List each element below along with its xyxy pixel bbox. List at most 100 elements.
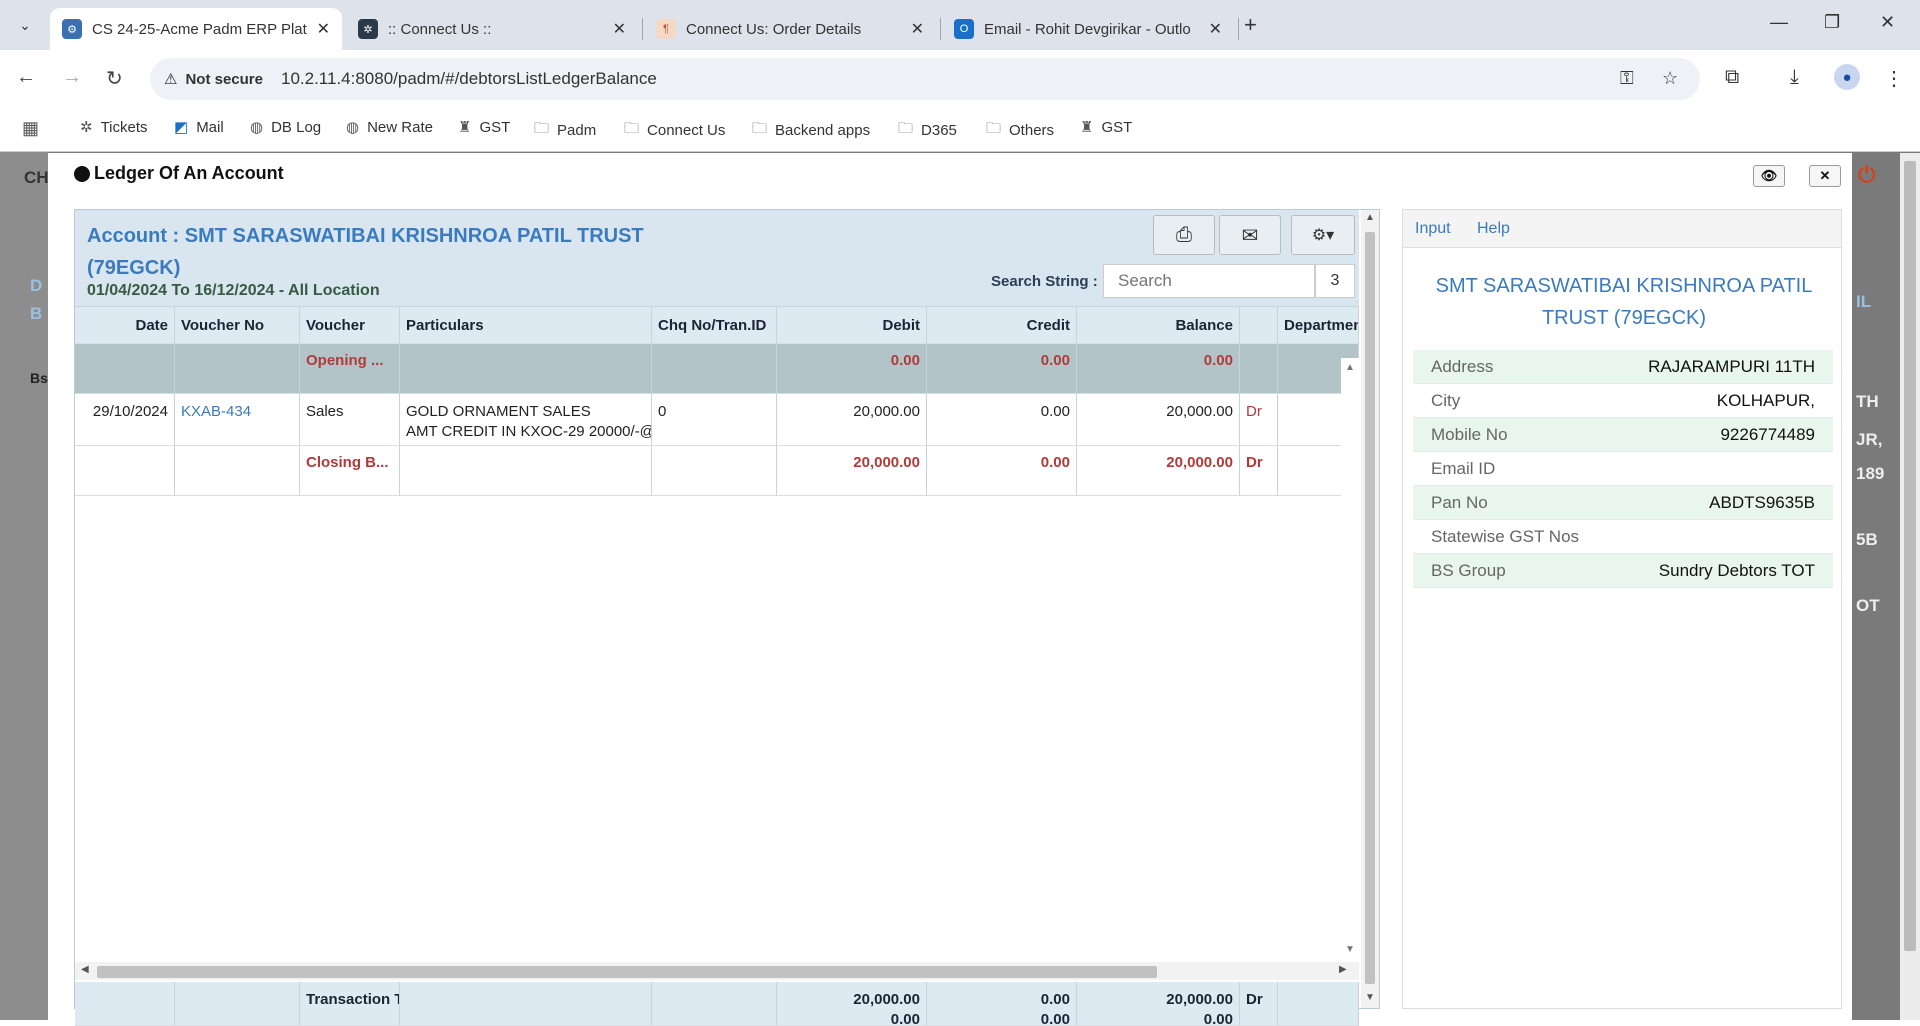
- page-scrollbar[interactable]: [1900, 153, 1920, 1020]
- bookmark-others[interactable]: 🗀 Others: [986, 118, 1054, 143]
- close-tab-icon[interactable]: ✕: [1209, 19, 1222, 39]
- restore-icon[interactable]: ❐: [1824, 12, 1840, 33]
- back-arrow-icon[interactable]: ←: [16, 66, 36, 89]
- bookmark-mail[interactable]: ◩ Mail: [174, 118, 224, 137]
- backdrop-text: B: [30, 304, 43, 323]
- tab-help[interactable]: Help: [1477, 220, 1510, 238]
- col-chq-no[interactable]: Chq No/Tran.ID: [652, 306, 777, 344]
- apps-grid-icon[interactable]: ▦: [22, 118, 47, 139]
- scroll-right-icon[interactable]: ▶: [1339, 964, 1347, 975]
- list-item: Pan No ABDTS9635B: [1413, 486, 1833, 520]
- opening-balance: 0.00: [1077, 344, 1240, 394]
- tab-order-details[interactable]: ¶ Connect Us: Order Details ✕: [644, 8, 936, 50]
- opening-credit: 0.00: [927, 344, 1077, 394]
- bookmark-d365[interactable]: 🗀 D365: [898, 118, 957, 143]
- close-modal-button[interactable]: ✕: [1809, 165, 1841, 187]
- globe-icon: ◍: [346, 119, 360, 136]
- horizontal-scroll-thumb[interactable]: [97, 966, 1157, 978]
- profile-avatar-icon[interactable]: ●: [1834, 64, 1860, 90]
- tab-acme-erp[interactable]: ⚙ CS 24-25-Acme Padm ERP Platf ✕: [50, 8, 342, 50]
- bookmark-gst[interactable]: ♜ GST: [458, 118, 510, 137]
- table-vertical-scrollbar[interactable]: ▲ ▼: [1341, 358, 1359, 962]
- closing-balance: 20,000.00: [1077, 446, 1240, 496]
- bookmark-new-rate[interactable]: ◍ New Rate: [346, 118, 433, 137]
- account-details: Address RAJARAMPURI 11TH City KOLHAPUR, Mo…: [1413, 350, 1833, 588]
- particulars-cell: GOLD ORNAMENT SALES AMT CREDIT IN KXOC-2…: [400, 394, 652, 446]
- forward-arrow-icon[interactable]: →: [62, 66, 82, 89]
- col-drcr[interactable]: [1240, 306, 1278, 344]
- scroll-up-icon[interactable]: ▲: [1365, 212, 1375, 223]
- voucher-no-link[interactable]: KXAB-434: [175, 394, 300, 446]
- bookmark-padm[interactable]: 🗀 Padm: [534, 118, 596, 143]
- col-balance[interactable]: Balance: [1077, 306, 1240, 344]
- account-name: SMT SARASWATIBAI KRISHNROA PATIL TRUST (…: [1435, 275, 1813, 329]
- tab-divider: [642, 18, 643, 40]
- close-tab-icon[interactable]: ✕: [613, 19, 626, 39]
- col-voucher-no[interactable]: Voucher No: [175, 306, 300, 344]
- list-item: Mobile No 9226774489: [1413, 418, 1833, 452]
- download-icon[interactable]: ⤓: [1790, 66, 1799, 89]
- bookmark-backend-apps[interactable]: 🗀 Backend apps: [752, 118, 870, 143]
- list-item: Address RAJARAMPURI 11TH: [1413, 350, 1833, 384]
- scroll-down-icon[interactable]: ▼: [1345, 944, 1355, 955]
- backdrop-text: OT: [1856, 596, 1880, 615]
- minimize-icon[interactable]: —: [1770, 12, 1788, 33]
- total-debit: 20,000.00 0.00: [777, 982, 927, 1026]
- col-debit[interactable]: Debit: [777, 306, 927, 344]
- list-item: City KOLHAPUR,: [1413, 384, 1833, 418]
- page-scroll-thumb[interactable]: [1904, 161, 1916, 951]
- globe-icon: ◍: [250, 119, 264, 136]
- close-window-icon[interactable]: ✕: [1880, 12, 1895, 33]
- transaction-total-row: Transaction T 20,000.00 0.00 0.00 0.00 2…: [75, 982, 1359, 1026]
- settings-dropdown-button[interactable]: ⚙▾: [1291, 215, 1355, 255]
- tab-outlook-email[interactable]: O Email - Rohit Devgirikar - Outlo ✕: [942, 8, 1234, 50]
- panel-vertical-scrollbar[interactable]: ▲ ▼: [1361, 210, 1379, 1008]
- bookmark-star-icon[interactable]: ☆: [1662, 68, 1678, 89]
- search-input[interactable]: [1103, 264, 1315, 298]
- tab-connect-us[interactable]: ✲ :: Connect Us :: ✕: [346, 8, 638, 50]
- col-particulars[interactable]: Particulars: [400, 306, 652, 344]
- new-tab-button[interactable]: +: [1244, 12, 1257, 38]
- close-tab-icon[interactable]: ✕: [911, 19, 924, 39]
- scroll-up-icon[interactable]: ▲: [1345, 362, 1355, 373]
- backdrop-text: D: [30, 276, 43, 295]
- tab-divider: [940, 18, 941, 40]
- email-button[interactable]: ✉: [1219, 215, 1281, 255]
- emblem-icon: ♜: [458, 119, 472, 136]
- table-row[interactable]: 29/10/2024 KXAB-434 Sales GOLD ORNAMENT …: [75, 394, 1359, 446]
- close-tab-icon[interactable]: ✕: [317, 19, 330, 39]
- reload-icon[interactable]: ↻: [106, 66, 123, 91]
- col-credit[interactable]: Credit: [927, 306, 1077, 344]
- table-horizontal-scrollbar[interactable]: ◀ ▶: [75, 962, 1359, 980]
- period-text: 01/04/2024 To 16/12/2024 - All Location: [87, 282, 380, 299]
- account-info-panel: Input Help SMT SARASWATIBAI KRISHNROA PA…: [1402, 209, 1842, 1009]
- col-voucher[interactable]: Voucher: [300, 306, 400, 344]
- tab-input[interactable]: Input: [1415, 220, 1451, 238]
- backdrop-text: Bs: [30, 370, 48, 386]
- power-icon[interactable]: ⏻: [1858, 162, 1875, 188]
- url-text[interactable]: 10.2.11.4:8080/padm/#/debtorsListLedgerB…: [281, 69, 657, 89]
- opening-row[interactable]: Opening ... 0.00 0.00 0.00: [75, 344, 1359, 394]
- print-button[interactable]: ⎙: [1153, 215, 1215, 255]
- scroll-left-icon[interactable]: ◀: [81, 964, 89, 975]
- vertical-scroll-thumb[interactable]: [1365, 232, 1375, 984]
- warning-icon: ⚠: [164, 71, 178, 88]
- info-tabs: Input Help: [1403, 210, 1841, 248]
- security-label[interactable]: Not secure: [185, 71, 263, 88]
- folder-icon: 🗀: [898, 120, 914, 137]
- extensions-icon[interactable]: ⧉: [1725, 66, 1739, 89]
- bookmark-tickets[interactable]: ✲ Tickets: [80, 118, 148, 137]
- key-icon[interactable]: ⚿: [1620, 68, 1634, 89]
- col-department[interactable]: Departmen: [1278, 306, 1359, 344]
- scroll-down-icon[interactable]: ▼: [1365, 992, 1375, 1003]
- hide-eye-button[interactable]: 👁: [1753, 165, 1785, 187]
- bookmark-connect-us[interactable]: 🗀 Connect Us: [624, 118, 725, 143]
- tab-search-icon[interactable]: ⌄: [10, 12, 40, 38]
- bookmark-db-log[interactable]: ◍ DB Log: [250, 118, 321, 137]
- menu-dots-icon[interactable]: ⋮: [1884, 66, 1904, 91]
- closing-row[interactable]: Closing B... 20,000.00 0.00 20,000.00 Dr: [75, 446, 1359, 496]
- address-bar[interactable]: ⚠ Not secure 10.2.11.4:8080/padm/#/debto…: [150, 58, 1700, 100]
- col-date[interactable]: Date: [75, 306, 175, 344]
- tab-divider: [1238, 18, 1239, 40]
- bookmark-gst-2[interactable]: ♜ GST: [1080, 118, 1132, 137]
